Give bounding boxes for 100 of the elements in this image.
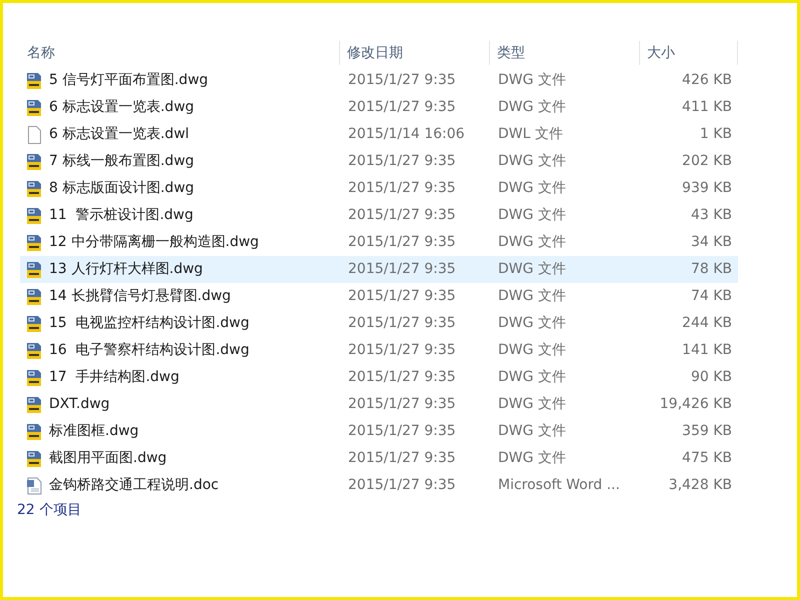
file-name: 15 电视监控杆结构设计图.dwg [49,314,250,333]
file-row[interactable]: 5 信号灯平面布置图.dwg 2015/1/27 9:35 DWG 文件 426 KB [20,67,738,94]
file-name: 标准图框.dwg [49,422,139,441]
file-size: 426 KB [682,71,732,90]
modified-date: 2015/1/27 9:35 [348,422,456,441]
file-size: 411 KB [682,98,732,117]
file-size: 359 KB [682,422,732,441]
file-size: 74 KB [690,287,732,306]
file-type: DWG 文件 [498,260,566,279]
blank-file-icon [26,126,42,144]
file-size: 3,428 KB [668,476,732,495]
modified-date: 2015/1/27 9:35 [348,152,456,171]
file-size: 43 KB [690,206,732,225]
file-name: 7 标线一般布置图.dwg [49,152,194,171]
file-size: 90 KB [690,368,732,387]
file-row[interactable]: 14 长挑臂信号灯悬臂图.dwg 2015/1/27 9:35 DWG 文件 74 KB [20,283,738,310]
file-size: 1 KB [700,125,732,144]
file-name: 截图用平面图.dwg [49,449,167,468]
modified-date: 2015/1/27 9:35 [348,476,456,495]
file-size: 475 KB [682,449,732,468]
drawing-file-icon [26,206,42,224]
column-header[interactable]: 大小 [640,41,738,65]
file-name: 13 人行灯杆大样图.dwg [49,260,203,279]
file-type: DWG 文件 [498,206,566,225]
modified-date: 2015/1/27 9:35 [348,341,456,360]
drawing-file-icon [26,288,42,306]
file-type: DWG 文件 [498,314,566,333]
file-size: 939 KB [682,179,732,198]
file-row[interactable]: 13 人行灯杆大样图.dwg 2015/1/27 9:35 DWG 文件 78 KB [20,256,738,283]
status-bar-text: 22 个项目 [17,501,82,520]
file-type: DWG 文件 [498,395,566,414]
column-header[interactable]: 修改日期 [340,41,490,65]
file-size: 34 KB [690,233,732,252]
column-header[interactable]: 名称 [20,41,340,65]
file-type: DWG 文件 [498,152,566,171]
file-row[interactable]: 6 标志设置一览表.dwg 2015/1/27 9:35 DWG 文件 411 KB [20,94,738,121]
modified-date: 2015/1/27 9:35 [348,395,456,414]
file-size: 141 KB [682,341,732,360]
file-name: 17 手井结构图.dwg [49,368,180,387]
file-type: DWG 文件 [498,98,566,117]
file-size: 19,426 KB [660,395,732,414]
file-name: 12 中分带隔离栅一般构造图.dwg [49,233,259,252]
file-type: DWG 文件 [498,368,566,387]
file-name: DXT.dwg [49,395,110,414]
file-type: DWG 文件 [498,287,566,306]
drawing-file-icon [26,450,42,468]
file-size: 202 KB [682,152,732,171]
file-row[interactable]: 16 电子警察杆结构设计图.dwg 2015/1/27 9:35 DWG 文件 141 KB [20,337,738,364]
file-name: 6 标志设置一览表.dwl [49,125,190,144]
file-type: DWL 文件 [498,125,563,144]
file-row[interactable]: 17 手井结构图.dwg 2015/1/27 9:35 DWG 文件 90 KB [20,364,738,391]
drawing-file-icon [26,342,42,360]
column-header[interactable]: 类型 [490,41,640,65]
file-name: 5 信号灯平面布置图.dwg [49,71,208,90]
modified-date: 2015/1/27 9:35 [348,179,456,198]
file-type: DWG 文件 [498,341,566,360]
drawing-file-icon [26,180,42,198]
drawing-file-icon [26,260,42,278]
file-name: 11 警示桩设计图.dwg [49,206,194,225]
file-type: DWG 文件 [498,449,566,468]
drawing-file-icon [26,152,42,170]
drawing-file-icon [26,368,42,386]
modified-date: 2015/1/27 9:35 [348,449,456,468]
file-row[interactable]: 6 标志设置一览表.dwl 2015/1/14 16:06 DWL 文件 1 KB [20,121,738,148]
file-size: 244 KB [682,314,732,333]
file-name: 14 长挑臂信号灯悬臂图.dwg [49,287,231,306]
modified-date: 2015/1/27 9:35 [348,98,456,117]
drawing-file-icon [26,314,42,332]
modified-date: 2015/1/14 16:06 [348,125,465,144]
file-row[interactable]: 7 标线一般布置图.dwg 2015/1/27 9:35 DWG 文件 202 KB [20,148,738,175]
modified-date: 2015/1/27 9:35 [348,287,456,306]
drawing-file-icon [26,98,42,116]
file-row[interactable]: 截图用平面图.dwg 2015/1/27 9:35 DWG 文件 475 KB [20,445,738,472]
file-row[interactable]: 12 中分带隔离栅一般构造图.dwg 2015/1/27 9:35 DWG 文件 34 KB [20,229,738,256]
file-size: 78 KB [690,260,732,279]
file-name: 金钩桥路交通工程说明.doc [49,476,219,495]
file-row[interactable]: 11 警示桩设计图.dwg 2015/1/27 9:35 DWG 文件 43 KB [20,202,738,229]
modified-date: 2015/1/27 9:35 [348,314,456,333]
modified-date: 2015/1/27 9:35 [348,233,456,252]
modified-date: 2015/1/27 9:35 [348,368,456,387]
modified-date: 2015/1/27 9:35 [348,260,456,279]
modified-date: 2015/1/27 9:35 [348,206,456,225]
modified-date: 2015/1/27 9:35 [348,71,456,90]
file-row[interactable]: 15 电视监控杆结构设计图.dwg 2015/1/27 9:35 DWG 文件 244 KB [20,310,738,337]
file-type: DWG 文件 [498,422,566,441]
drawing-file-icon [26,234,42,252]
file-type: Microsoft Word ... [498,476,620,495]
file-type: DWG 文件 [498,233,566,252]
file-row[interactable]: DXT.dwg 2015/1/27 9:35 DWG 文件 19,426 KB [20,391,738,418]
file-type: DWG 文件 [498,179,566,198]
document-icon [26,476,42,494]
file-name: 6 标志设置一览表.dwg [49,98,194,117]
file-name: 8 标志版面设计图.dwg [49,179,194,198]
drawing-file-icon [26,422,42,440]
file-row[interactable]: 标准图框.dwg 2015/1/27 9:35 DWG 文件 359 KB [20,418,738,445]
drawing-file-icon [26,72,42,90]
file-row[interactable]: 金钩桥路交通工程说明.doc 2015/1/27 9:35 Microsoft Word ... 3,428 KB [20,472,738,499]
file-row[interactable]: 8 标志版面设计图.dwg 2015/1/27 9:35 DWG 文件 939 KB [20,175,738,202]
file-name: 16 电子警察杆结构设计图.dwg [49,341,250,360]
file-type: DWG 文件 [498,71,566,90]
